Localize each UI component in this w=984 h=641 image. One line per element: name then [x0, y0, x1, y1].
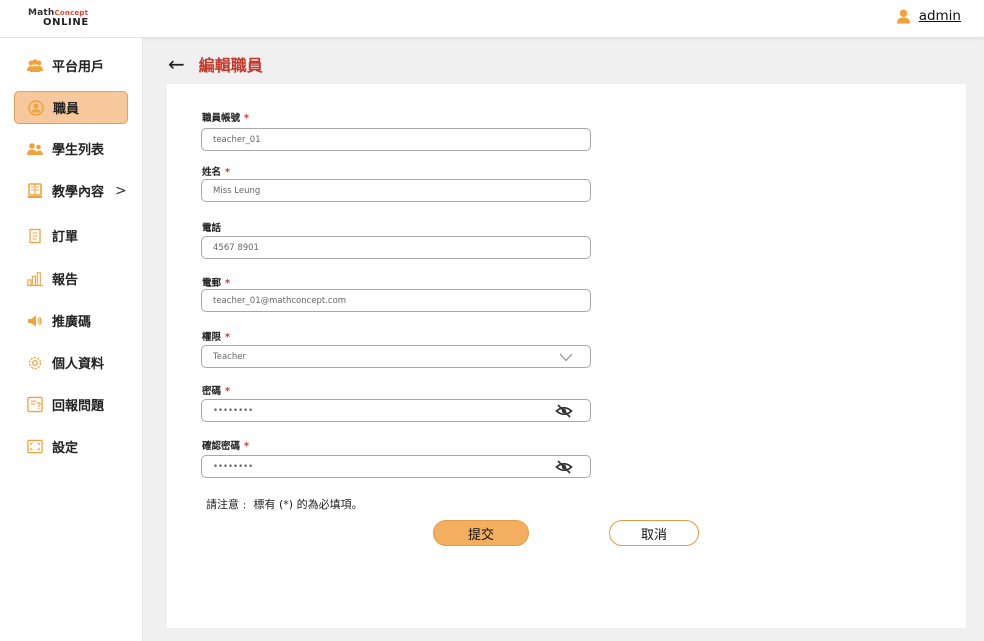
sidebar-item-label: 回報問題: [52, 399, 105, 414]
edit-staff-form: 職員帳號 * teacher_01 姓名 * Miss Leung 電話 4567 …: [167, 84, 966, 628]
email-input[interactable]: teacher_01@mathconcept.com: [201, 289, 591, 312]
required-mark: *: [225, 167, 230, 178]
name-input[interactable]: Miss Leung: [201, 179, 591, 202]
sidebar-item-platform-users[interactable]: 平台用戶: [14, 49, 128, 82]
page-title: 編輯職員: [198, 56, 263, 75]
sidebar-item-label: 職員: [53, 102, 80, 117]
sidebar-item-label: 設定: [52, 441, 79, 456]
sidebar-item-profile[interactable]: 個人資料: [14, 346, 128, 379]
back-arrow-icon[interactable]: ←: [168, 54, 185, 74]
sidebar-item-report-issue[interactable]: 回報問題: [14, 388, 128, 421]
page-heading: ← 編輯職員: [168, 52, 263, 76]
password-input[interactable]: ••••••••: [201, 399, 591, 422]
sidebar-item-teaching-content[interactable]: 教學內容 >: [14, 174, 128, 207]
confirm-password-input[interactable]: ••••••••: [201, 455, 591, 478]
sidebar-item-staff[interactable]: 職員: [14, 91, 128, 124]
sidebar-item-students[interactable]: 學生列表: [14, 132, 128, 165]
sidebar-item-settings[interactable]: 設定: [14, 430, 128, 463]
required-fields-note: 請注意﹕ 標有 (*) 的為必填項。: [206, 498, 363, 511]
field-label-name: 姓名 *: [202, 167, 230, 178]
required-mark: *: [244, 441, 249, 452]
megaphone-icon: [27, 313, 43, 329]
sidebar-item-reports[interactable]: 報告: [14, 262, 128, 295]
logo-text-accent: Concept: [54, 9, 89, 17]
logo-text-online: ONLINE: [43, 17, 89, 28]
report-issue-icon: [27, 396, 43, 413]
submit-button[interactable]: 提交: [433, 520, 529, 546]
person-icon: [896, 9, 910, 24]
field-label-phone: 電話: [202, 223, 222, 234]
bar-chart-icon: [27, 271, 43, 287]
sidebar-item-label: 學生列表: [52, 143, 105, 158]
sidebar-item-label: 報告: [52, 273, 79, 288]
sidebar-item-orders[interactable]: 訂單: [14, 219, 128, 252]
sidebar-item-label: 訂單: [52, 230, 79, 245]
eye-slash-icon[interactable]: [555, 460, 573, 474]
staff-icon: [28, 99, 44, 116]
field-label-confirm-password: 確認密碼 *: [202, 441, 249, 452]
phone-input[interactable]: 4567 8901: [201, 236, 591, 259]
math-concept-logo[interactable]: MathConcept ONLINE: [28, 8, 89, 28]
eye-slash-icon[interactable]: [555, 404, 573, 418]
field-label-email: 電郵 *: [202, 278, 230, 289]
required-mark: *: [244, 113, 249, 124]
required-mark: *: [225, 332, 230, 343]
required-mark: *: [225, 386, 230, 397]
permission-select[interactable]: Teacher: [201, 345, 591, 368]
book-icon: [27, 182, 43, 199]
chevron-right-icon[interactable]: >: [115, 183, 127, 199]
field-label-permission: 權限 *: [202, 332, 230, 343]
top-header: MathConcept ONLINE admin: [0, 0, 984, 38]
chevron-down-icon: [559, 353, 573, 362]
user-menu[interactable]: admin: [896, 8, 961, 24]
sidebar-item-promo-code[interactable]: 推廣碼: [14, 304, 128, 337]
sidebar-item-label: 推廣碼: [52, 315, 92, 330]
sidebar-item-label: 教學內容: [52, 185, 105, 200]
students-icon: [27, 141, 43, 157]
sidebar-item-label: 個人資料: [52, 357, 105, 372]
receipt-icon: [27, 228, 43, 244]
required-mark: *: [225, 278, 230, 289]
users-group-icon: [27, 58, 43, 74]
sidebar-item-label: 平台用戶: [52, 60, 105, 75]
field-label-staff-account: 職員帳號 *: [202, 113, 249, 124]
settings-frame-icon: [27, 439, 43, 455]
sidebar: 平台用戶 職員 學生列表 教學內容 > 訂單 報告 推廣碼 個人資料 回報問題 …: [0, 38, 143, 641]
gear-icon: [27, 355, 43, 371]
staff-account-input[interactable]: teacher_01: [201, 128, 591, 151]
cancel-button[interactable]: 取消: [609, 520, 699, 546]
username-link[interactable]: admin: [919, 8, 961, 24]
field-label-password: 密碼 *: [202, 386, 230, 397]
